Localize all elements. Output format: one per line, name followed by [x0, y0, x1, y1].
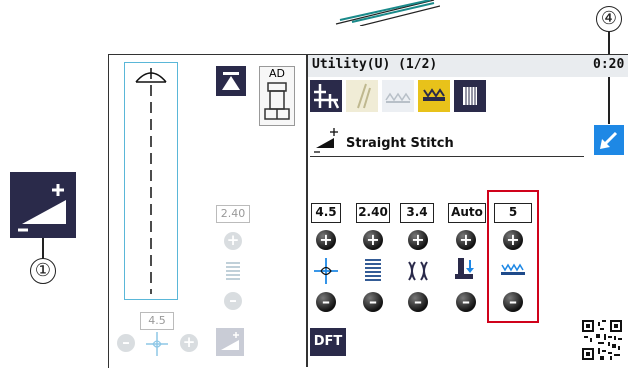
stitch-name-underline: [310, 156, 584, 157]
left-position-plus-button[interactable]: +: [180, 334, 198, 352]
left-width-icon: [226, 262, 240, 280]
value-width: 2.40: [356, 203, 390, 223]
dft-label: DFT: [313, 334, 343, 349]
stitch-name: Straight Stitch: [346, 136, 454, 151]
length-minus-button[interactable]: –: [408, 292, 428, 312]
needle-position-icon: [314, 258, 338, 284]
feed-pressure-plus-button[interactable]: +: [456, 230, 476, 250]
presser-foot-icon: [264, 82, 290, 120]
left-position-icon: [146, 332, 168, 356]
clock-display: 0:20: [593, 57, 625, 72]
left-width-minus-button[interactable]: –: [224, 292, 242, 310]
tab-heirloom-stitches-selected[interactable]: [418, 80, 450, 112]
stitch-length-icon: [408, 261, 428, 281]
callout-1: ①: [30, 258, 56, 284]
small-width-adjust-icon: [216, 328, 244, 356]
width-minus-button[interactable]: –: [363, 292, 383, 312]
tab-buttonhole-stitches[interactable]: [346, 80, 378, 112]
stitch-width-icon: [365, 259, 381, 281]
position-minus-button[interactable]: –: [316, 292, 336, 312]
tab-satin-stitches[interactable]: [454, 80, 486, 112]
stitch-width-symbol: [314, 128, 338, 153]
value-feed-pressure: Auto: [448, 203, 486, 223]
left-position-value: 4.5: [140, 312, 174, 330]
panel-divider: [306, 54, 308, 367]
tab-utility-stitches[interactable]: [310, 80, 342, 112]
stitch-preview: [135, 68, 167, 294]
needle-up-button[interactable]: [216, 66, 246, 96]
pattern-title: Utility(U) (1/2): [312, 57, 438, 72]
presser-foot-pressure-icon: [455, 258, 474, 279]
callout-4: ④: [596, 6, 622, 32]
value-position: 4.5: [311, 203, 341, 223]
length-plus-button[interactable]: +: [408, 230, 428, 250]
qr-code: [582, 320, 622, 360]
dft-button[interactable]: DFT: [310, 328, 346, 356]
feed-pressure-minus-button[interactable]: –: [456, 292, 476, 312]
callout-leader-1: [42, 238, 44, 259]
width-plus-button[interactable]: +: [363, 230, 383, 250]
position-plus-button[interactable]: +: [316, 230, 336, 250]
left-width-plus-button[interactable]: +: [224, 232, 242, 250]
expand-settings-button[interactable]: [594, 125, 624, 155]
tab-decorative-stitches[interactable]: [382, 80, 414, 112]
left-width-value: 2.40: [216, 205, 250, 223]
tension-highlight-box: [487, 190, 539, 323]
presser-foot-indicator: AD: [259, 66, 295, 126]
left-position-minus-button[interactable]: –: [117, 334, 135, 352]
presser-foot-code: AD: [269, 67, 285, 80]
width-adjust-icon-enlarged: [10, 172, 76, 238]
top-decorative-lines: [335, 0, 440, 26]
value-length: 3.4: [400, 203, 434, 223]
